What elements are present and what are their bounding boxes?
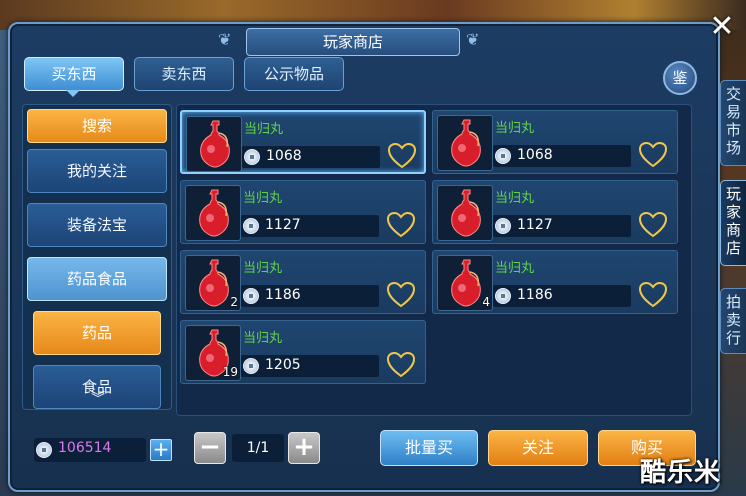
item-card[interactable]: 4 当归丸 1186 (432, 250, 678, 314)
potion-bottle-icon (185, 185, 241, 241)
tab-pointer-icon (66, 90, 80, 97)
price-bar: 1205 (241, 355, 379, 377)
potion-bottle-icon: 4 (437, 255, 493, 311)
side-tab-char: 场 (725, 139, 741, 157)
coin-icon (243, 358, 259, 374)
add-money-button[interactable]: + (150, 439, 172, 461)
heart-icon[interactable] (638, 211, 668, 239)
item-card[interactable]: 当归丸 1068 (432, 110, 678, 174)
item-name: 当归丸 (243, 191, 283, 206)
category-medicine-food[interactable]: 药品食品 (27, 257, 167, 301)
search-button[interactable]: 搜索 (27, 109, 167, 143)
batch-buy-button[interactable]: 批量买 (380, 430, 478, 466)
category-panel: 搜索 我的关注 装备法宝 药品食品 药品 食品 (22, 104, 172, 410)
close-icon[interactable]: ✕ (706, 12, 738, 44)
item-price: 1068 (517, 147, 553, 163)
price-bar: 1068 (493, 145, 631, 167)
item-name: 当归丸 (495, 121, 535, 136)
title-ornament-right: ❦ (466, 30, 480, 49)
item-price: 1127 (517, 217, 553, 233)
coin-icon (243, 218, 259, 234)
heart-icon[interactable] (386, 281, 416, 309)
coin-icon (243, 288, 259, 304)
item-price: 1127 (265, 217, 301, 233)
price-bar: 1127 (493, 215, 631, 237)
item-card[interactable]: 19 当归丸 1205 (180, 320, 426, 384)
category-equipment[interactable]: 装备法宝 (27, 203, 167, 247)
item-price: 1186 (265, 287, 301, 303)
coin-icon (36, 442, 52, 458)
subcategory-medicine[interactable]: 药品 (33, 311, 161, 355)
coin-icon (244, 149, 260, 165)
side-tab-char: 商 (725, 221, 741, 239)
side-tab-char: 家 (725, 203, 741, 221)
item-card[interactable]: 当归丸 1127 (180, 180, 426, 244)
item-card[interactable]: 当归丸 1127 (432, 180, 678, 244)
item-price: 1186 (517, 287, 553, 303)
item-name: 当归丸 (243, 261, 283, 276)
coin-icon (495, 218, 511, 234)
heart-icon[interactable] (386, 351, 416, 379)
price-bar: 1186 (493, 285, 631, 307)
price-bar: 1186 (241, 285, 379, 307)
side-tab-char: 交 (725, 85, 741, 103)
item-card[interactable]: 当归丸 1068 (180, 110, 426, 174)
follow-button[interactable]: 关注 (488, 430, 588, 466)
side-tab-char: 店 (725, 239, 741, 257)
potion-bottle-icon: 2 (185, 255, 241, 311)
window-title: 玩家商店 (246, 28, 460, 56)
page-prev-button[interactable]: − (194, 432, 226, 464)
coin-icon (495, 288, 511, 304)
side-tab-char: 卖 (725, 311, 741, 329)
side-tab-trade-market[interactable]: 交 易 市 场 (720, 80, 746, 166)
title-ornament-left: ❦ (218, 30, 232, 49)
price-bar: 1068 (242, 146, 380, 168)
potion-bottle-icon (186, 116, 242, 172)
potion-bottle-icon (437, 115, 493, 171)
item-count: 4 (482, 295, 490, 309)
side-tab-player-shop[interactable]: 玩 家 商 店 (720, 180, 746, 266)
tab-sell[interactable]: 卖东西 (134, 57, 234, 91)
category-my-follow[interactable]: 我的关注 (27, 149, 167, 193)
item-name: 当归丸 (495, 191, 535, 206)
item-name: 当归丸 (243, 331, 283, 346)
side-tab-char: 市 (725, 121, 741, 139)
chevron-down-icon[interactable]: ︾ (86, 392, 110, 406)
heart-icon[interactable] (638, 141, 668, 169)
side-tab-char: 易 (725, 103, 741, 121)
side-tab-char: 玩 (725, 185, 741, 203)
tab-public-items[interactable]: 公示物品 (244, 57, 344, 91)
potion-bottle-icon (437, 185, 493, 241)
potion-bottle-icon: 19 (185, 325, 241, 381)
item-name: 当归丸 (495, 261, 535, 276)
item-price: 1068 (266, 148, 302, 164)
item-count: 2 (230, 295, 238, 309)
side-tab-auction[interactable]: 拍 卖 行 (720, 288, 746, 354)
item-price: 1205 (265, 357, 301, 373)
heart-icon[interactable] (387, 142, 417, 170)
coin-icon (495, 148, 511, 164)
money-amount: 106514 (58, 440, 112, 456)
tab-buy[interactable]: 买东西 (24, 57, 124, 91)
heart-icon[interactable] (386, 211, 416, 239)
item-name: 当归丸 (244, 122, 284, 137)
page-next-button[interactable]: + (288, 432, 320, 464)
page-indicator: 1/1 (232, 434, 284, 462)
item-count: 19 (222, 365, 238, 379)
item-card[interactable]: 2 当归丸 1186 (180, 250, 426, 314)
price-bar: 1127 (241, 215, 379, 237)
watermark-logo: 酷乐米 (640, 458, 722, 488)
appraise-button[interactable]: 鉴 (663, 61, 697, 95)
heart-icon[interactable] (638, 281, 668, 309)
side-tab-char: 拍 (725, 293, 741, 311)
side-tab-char: 行 (725, 329, 741, 347)
